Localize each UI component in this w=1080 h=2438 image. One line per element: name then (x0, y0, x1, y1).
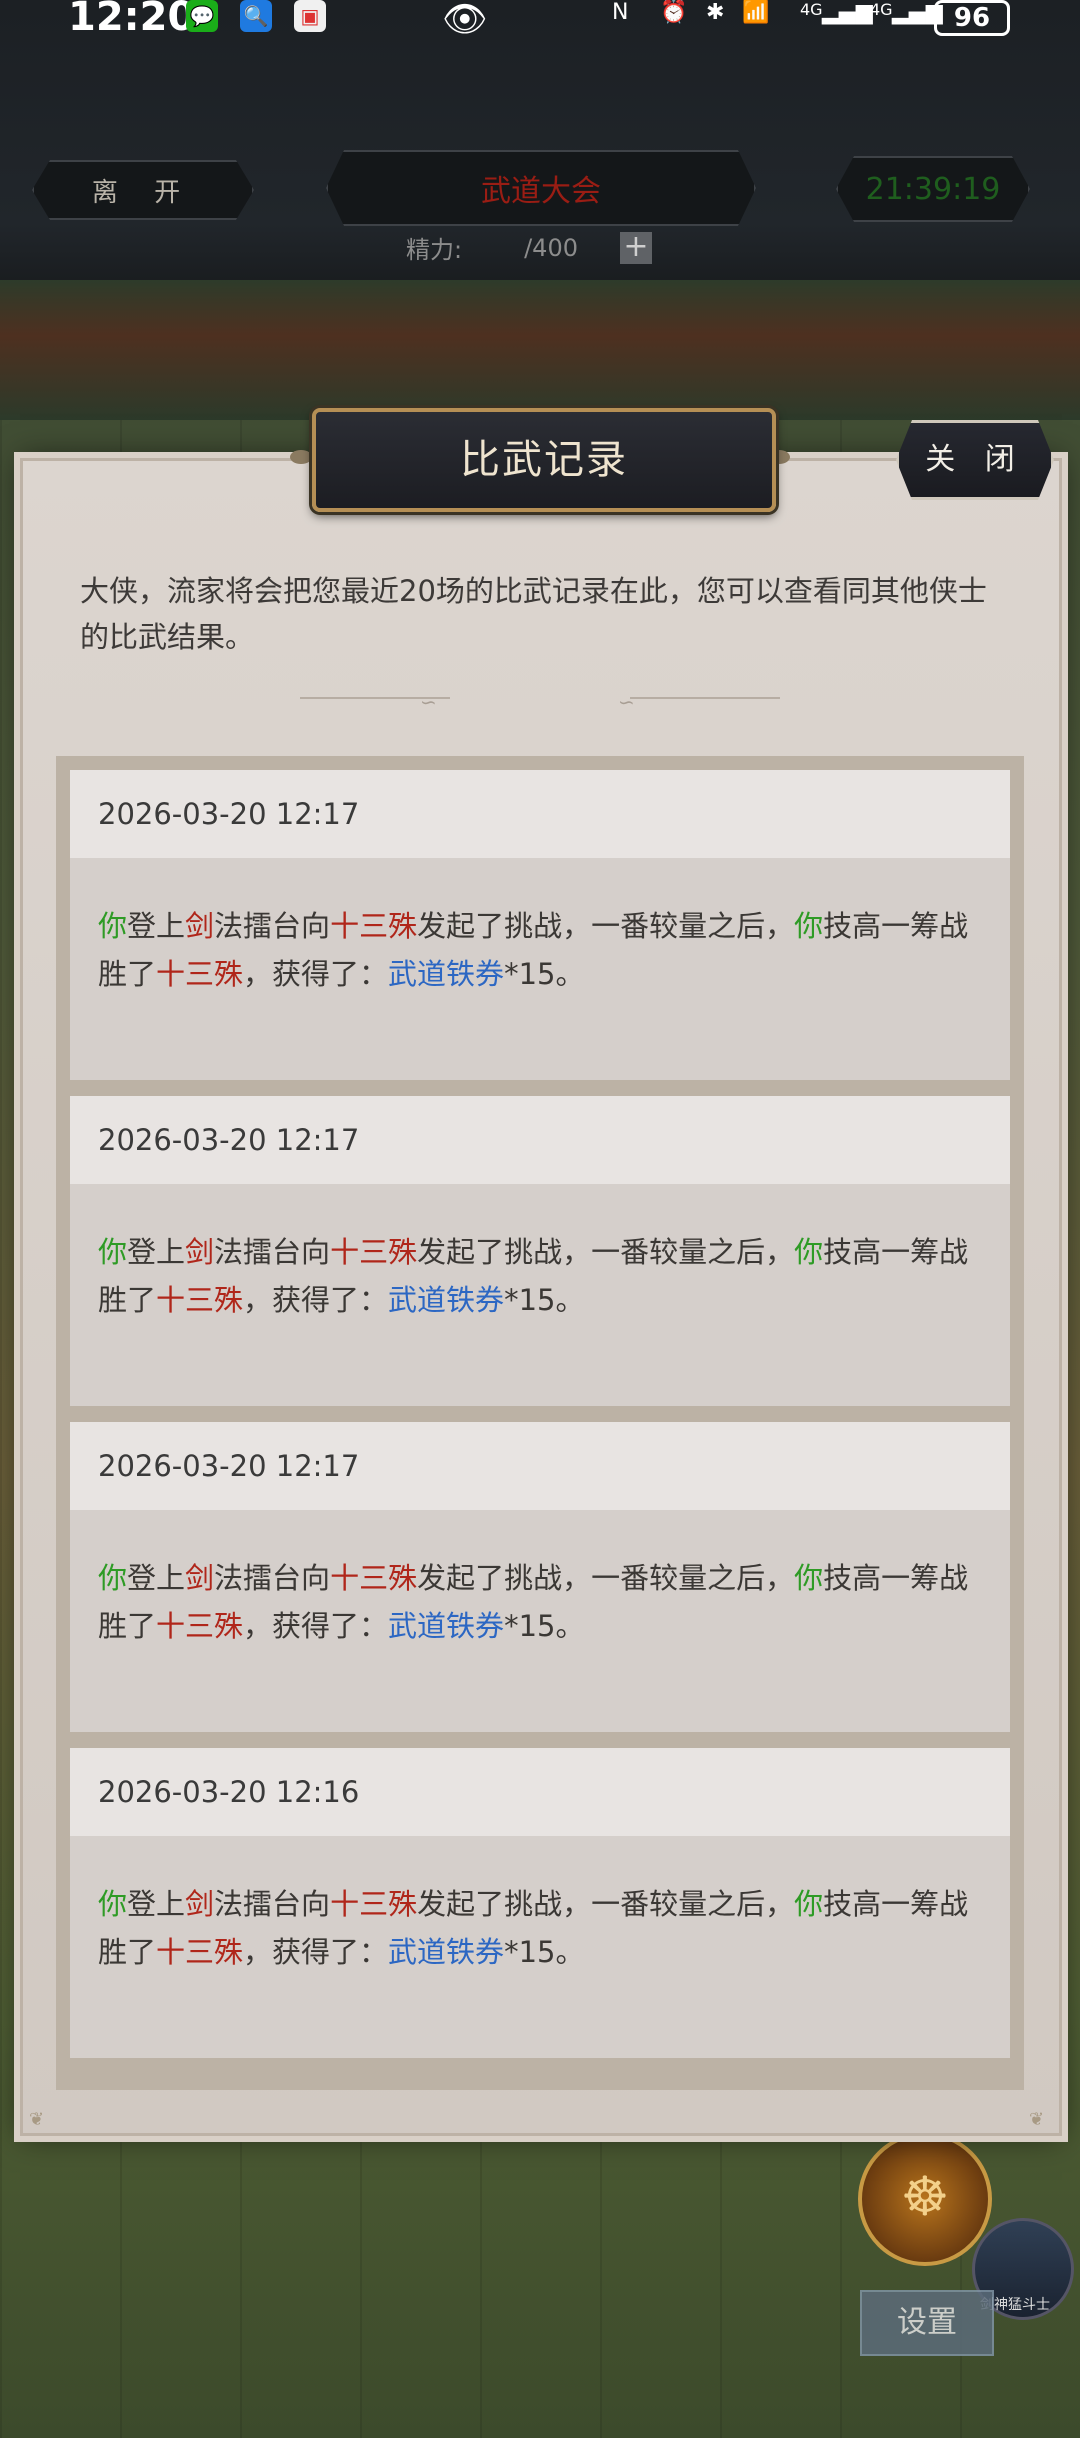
note-app-icon: ▣ (294, 0, 326, 32)
record-text: 你登上剑法擂台向十三殊发起了挑战，一番较量之后，你技高一筹战胜了十三殊，获得了：… (70, 1836, 1010, 1976)
search-app-icon: 🔍 (240, 0, 272, 32)
record-text-fragment: ，获得了： (243, 957, 389, 991)
weapon-name: 剑 (185, 1235, 215, 1269)
meditate-icon[interactable]: ☸ (858, 2132, 992, 2266)
opponent-name: 十三殊 (156, 1283, 244, 1317)
opponent-name: 十三殊 (156, 1609, 244, 1643)
record-text-fragment: 法擂台向 (214, 1561, 331, 1595)
corner-ornament-icon: ❦ (1029, 2109, 1045, 2130)
corner-ornament-icon: ❦ (29, 2109, 45, 2130)
record-text-fragment: ，获得了： (243, 1283, 389, 1317)
modal-title: 比武记录 (312, 408, 776, 512)
record-text-fragment: 法擂台向 (214, 1235, 331, 1269)
record-text-fragment: 。 (555, 957, 585, 991)
status-bar: 12:20 💬 🔍 ▣ 👁 N ⏰ ✱ 📶 4G ▂▄▆ 4G ▂▄▆ 96 (0, 0, 1080, 40)
record-text-fragment: 登上 (127, 909, 186, 943)
record-text-fragment: 。 (555, 1609, 585, 1643)
wechat-icon: 💬 (186, 0, 218, 32)
close-button[interactable]: 关 闭 (896, 420, 1054, 500)
record-text-fragment: ，获得了： (243, 1935, 389, 1969)
record-timestamp: 2026-03-20 12:16 (70, 1748, 1010, 1836)
opponent-name: 十三殊 (330, 1561, 418, 1595)
status-time: 12:20 (68, 0, 196, 40)
energy-max: /400 (524, 233, 578, 262)
leave-button[interactable]: 离 开 (32, 160, 254, 220)
actor-name: 你 (98, 1235, 128, 1269)
opponent-name: 十三殊 (330, 1887, 418, 1921)
record-text-fragment: ，获得了： (243, 1609, 389, 1643)
event-title: 武道大会 (326, 150, 756, 226)
settings-button[interactable]: 设置 (860, 2290, 994, 2356)
record-text-fragment: 。 (555, 1283, 585, 1317)
actor-name: 你 (98, 1561, 128, 1595)
reward-quantity: *15 (504, 1609, 556, 1643)
record-timestamp: 2026-03-20 12:17 (70, 1422, 1010, 1510)
alarm-icon: ⏰ (660, 0, 688, 25)
record-text: 你登上剑法擂台向十三殊发起了挑战，一番较量之后，你技高一筹战胜了十三殊，获得了：… (70, 1510, 1010, 1650)
actor-name: 你 (794, 1561, 824, 1595)
record-text-fragment: 登上 (127, 1235, 186, 1269)
divider-ornament-icon: ∽ (618, 690, 635, 714)
list-item: 2026-03-20 12:17 你登上剑法擂台向十三殊发起了挑战，一番较量之后… (70, 770, 1010, 1080)
weapon-name: 剑 (185, 909, 215, 943)
nfc-icon: N (612, 0, 629, 25)
signal-icon: ▂▄▆ (822, 0, 873, 25)
list-item: 2026-03-20 12:17 你登上剑法擂台向十三殊发起了挑战，一番较量之后… (70, 1422, 1010, 1732)
divider-right (630, 697, 780, 699)
record-timestamp: 2026-03-20 12:17 (70, 770, 1010, 858)
opponent-name: 十三殊 (156, 957, 244, 991)
reward-name: 武道铁券 (388, 957, 505, 991)
weapon-name: 剑 (185, 1561, 215, 1595)
reward-quantity: *15 (504, 957, 556, 991)
courtyard-wall (0, 280, 1080, 420)
divider-ornament-icon: ∽ (420, 690, 437, 714)
event-clock: 21:39:19 (836, 156, 1030, 222)
actor-name: 你 (794, 1887, 824, 1921)
signal-4g-label: 4G (800, 0, 823, 19)
record-text-fragment: 。 (555, 1935, 585, 1969)
energy-display: 精力: /400 + (406, 230, 652, 265)
actor-name: 你 (98, 1887, 128, 1921)
energy-label: 精力: (406, 236, 463, 264)
reward-quantity: *15 (504, 1283, 556, 1317)
eye-icon: 👁 (442, 0, 488, 40)
record-list[interactable]: 2026-03-20 12:17 你登上剑法擂台向十三殊发起了挑战，一番较量之后… (56, 756, 1024, 2090)
record-text: 你登上剑法擂台向十三殊发起了挑战，一番较量之后，你技高一筹战胜了十三殊，获得了：… (70, 1184, 1010, 1324)
record-text-fragment: 发起了挑战，一番较量之后， (417, 1887, 795, 1921)
modal-intro: 大侠，流家将会把您最近20场的比武记录在此，您可以查看同其他侠士的比武结果。 (80, 574, 987, 654)
battery-icon: 96 (934, 0, 1010, 36)
list-item: 2026-03-20 12:17 你登上剑法擂台向十三殊发起了挑战，一番较量之后… (70, 1096, 1010, 1406)
reward-name: 武道铁券 (388, 1283, 505, 1317)
reward-quantity: *15 (504, 1935, 556, 1969)
title-ornament-icon (290, 450, 312, 464)
record-text-fragment: 发起了挑战，一番较量之后， (417, 1561, 795, 1595)
opponent-name: 十三殊 (330, 1235, 418, 1269)
record-text-fragment: 发起了挑战，一番较量之后， (417, 909, 795, 943)
record-text-fragment: 发起了挑战，一番较量之后， (417, 1235, 795, 1269)
record-text-fragment: 登上 (127, 1887, 186, 1921)
actor-name: 你 (794, 909, 824, 943)
opponent-name: 十三殊 (330, 909, 418, 943)
record-text-fragment: 法擂台向 (214, 909, 331, 943)
actor-name: 你 (794, 1235, 824, 1269)
add-energy-button[interactable]: + (620, 231, 652, 264)
record-text: 你登上剑法擂台向十三殊发起了挑战，一番较量之后，你技高一筹战胜了十三殊，获得了：… (70, 858, 1010, 998)
opponent-name: 十三殊 (156, 1935, 244, 1969)
record-text-fragment: 登上 (127, 1561, 186, 1595)
weapon-name: 剑 (185, 1887, 215, 1921)
bluetooth-icon: ✱ (706, 0, 725, 25)
reward-name: 武道铁券 (388, 1935, 505, 1969)
record-timestamp: 2026-03-20 12:17 (70, 1096, 1010, 1184)
signal-4g-label-2: 4G (870, 0, 893, 19)
reward-name: 武道铁券 (388, 1609, 505, 1643)
wifi-icon: 📶 (742, 0, 770, 25)
record-text-fragment: 法擂台向 (214, 1887, 331, 1921)
actor-name: 你 (98, 909, 128, 943)
list-item: 2026-03-20 12:16 你登上剑法擂台向十三殊发起了挑战，一番较量之后… (70, 1748, 1010, 2058)
